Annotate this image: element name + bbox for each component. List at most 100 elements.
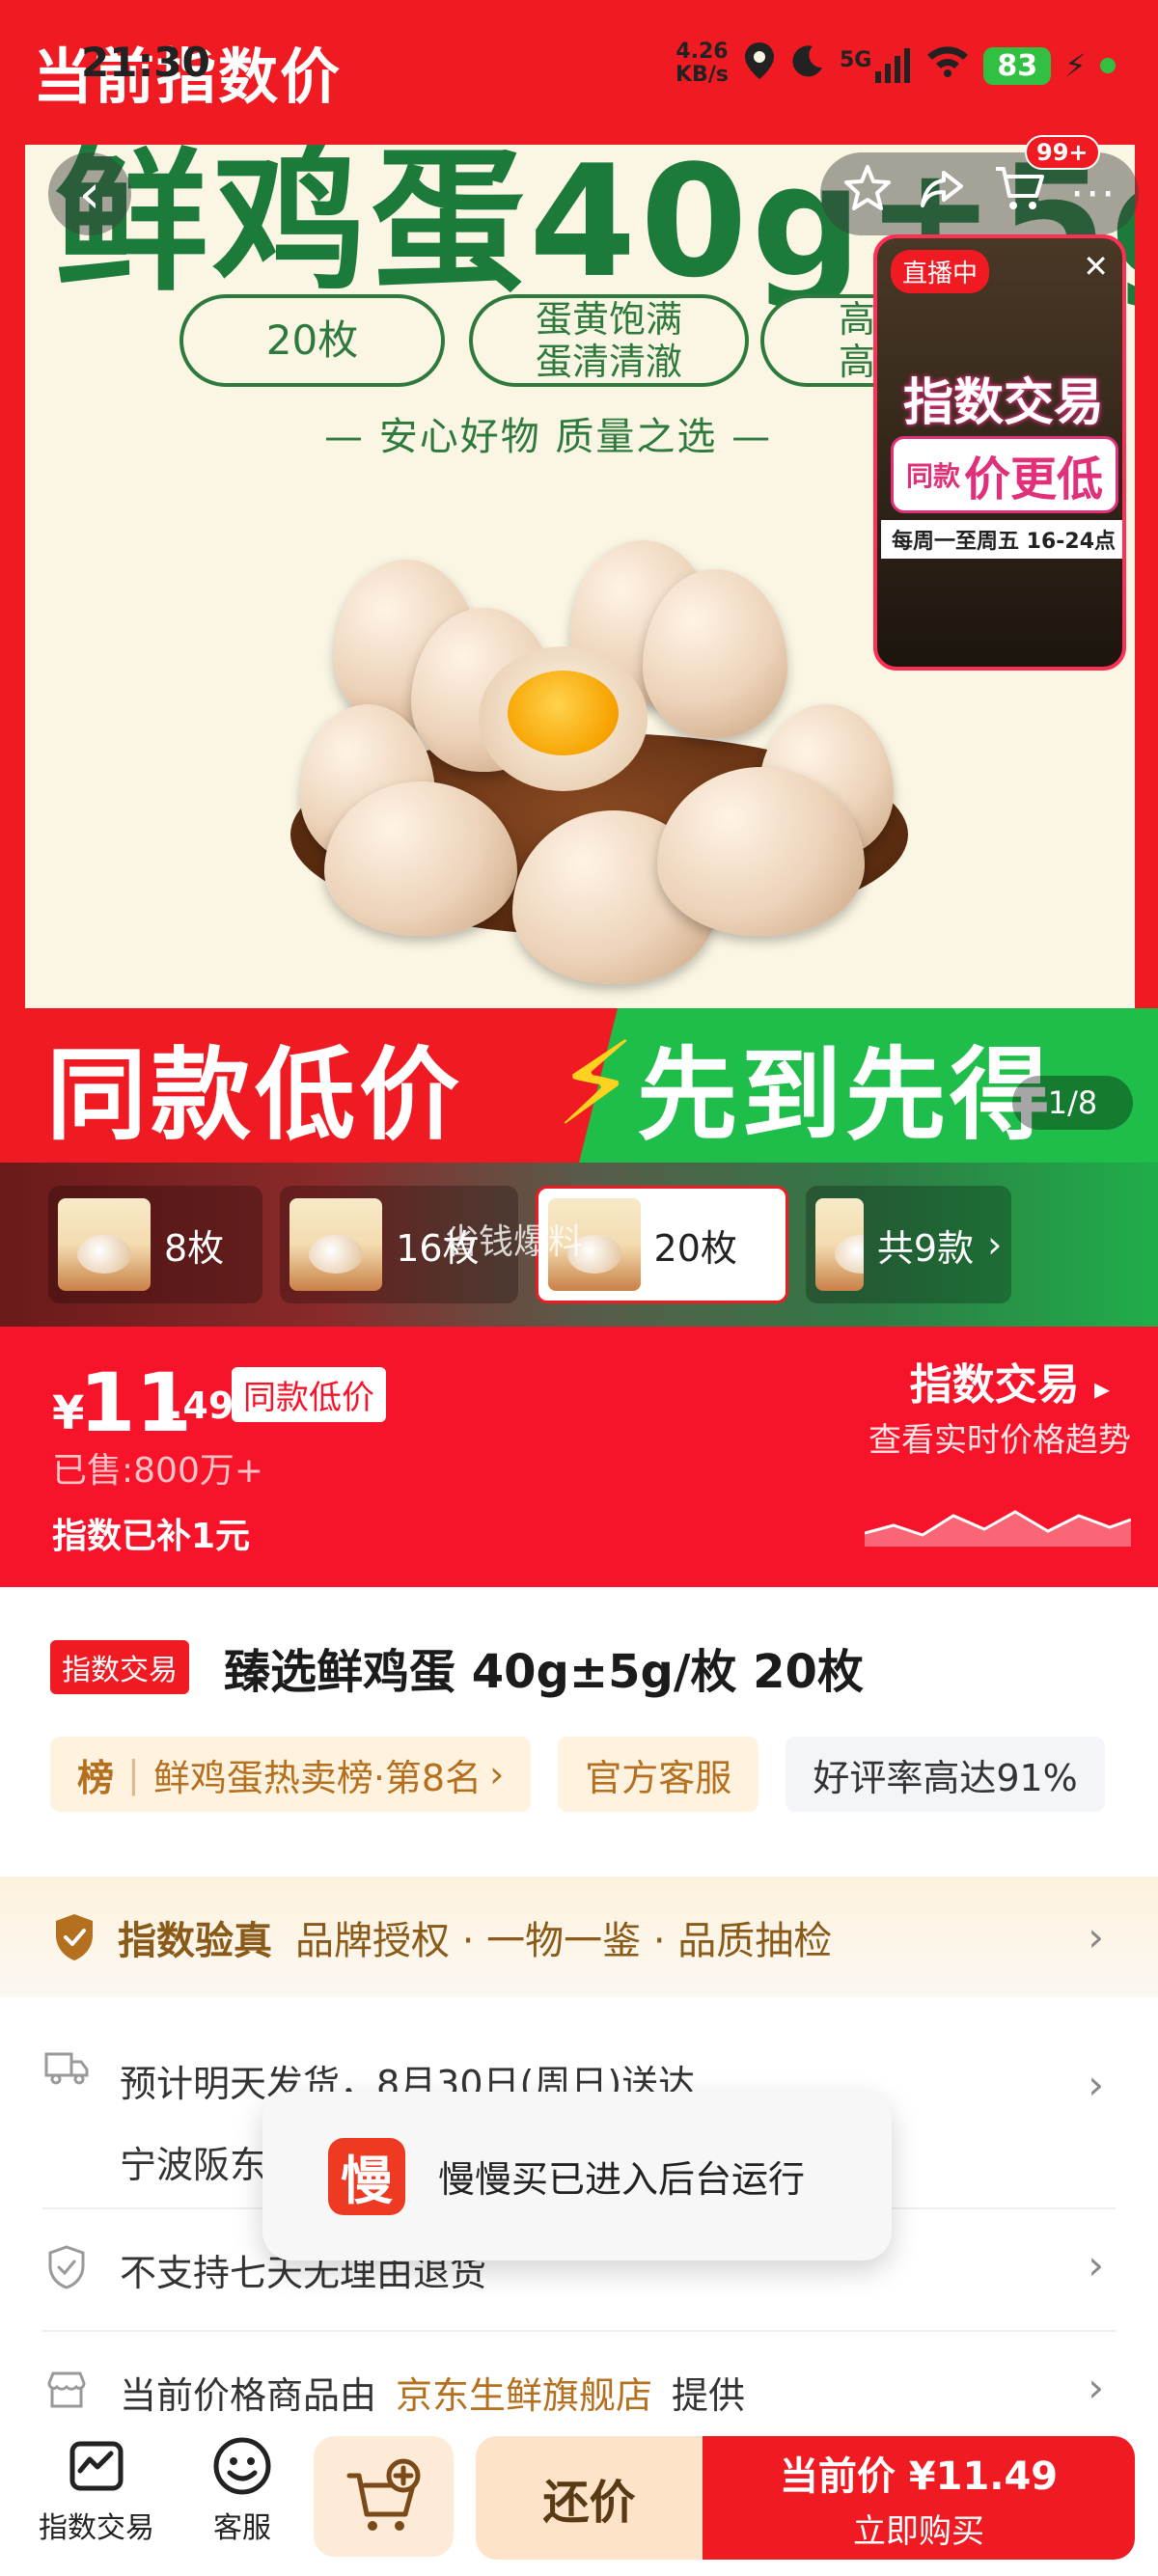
more-icon[interactable]: ··· — [1070, 170, 1117, 219]
ranking-separator: | — [127, 1753, 140, 1795]
chevron-left-icon: ‹ — [78, 162, 101, 226]
money-saving-overlay: 省钱爆料 — [444, 1222, 584, 1262]
hero-pill-quality: 蛋黄饱满 蛋清清澈 — [469, 294, 749, 387]
live-badge: 直播中 — [891, 250, 990, 293]
egg-yolk — [508, 671, 619, 755]
sku-thumbnail-image — [290, 1198, 383, 1291]
privacy-indicator-dot — [1099, 58, 1116, 73]
status-time: 21:30 — [81, 39, 210, 86]
product-chips: 榜 | 鲜鸡蛋热卖榜·第8名 › 官方客服 好评率高达91% — [50, 1737, 1105, 1812]
caret-right-icon: ▸ — [1093, 1370, 1110, 1407]
add-to-cart-button[interactable] — [314, 2436, 454, 2557]
sku-thumbnail-image — [58, 1198, 151, 1291]
official-service-chip[interactable]: 官方客服 — [558, 1737, 759, 1812]
index-store-icon — [69, 2441, 124, 2491]
product-title: 臻选鲜鸡蛋 40g±5g/枚 20枚 — [224, 1645, 864, 1699]
buy-now-price: 当前价 ¥11.49 — [779, 2453, 1059, 2499]
hero-pill-partial-line2: 高 — [838, 341, 875, 383]
lightning-icon: ⚡ — [555, 1018, 637, 1152]
index-trade-label: 指数交易 — [909, 1360, 1080, 1410]
live-title: 指数交易 — [902, 374, 1104, 432]
ranking-icon: 榜 — [77, 1756, 115, 1799]
tab-index-trade-label: 指数交易 — [39, 2511, 154, 2545]
favorite-star-icon[interactable] — [842, 163, 893, 225]
network-speed: 4.26 KB/s — [676, 41, 729, 87]
price-tag: 同款低价 — [232, 1367, 386, 1422]
verification-bar[interactable]: 指数验真 品牌授权 · 一物一鉴 · 品质抽检 › — [0, 1877, 1158, 1997]
buy-now-button[interactable]: 当前价 ¥11.49 立即购买 — [703, 2436, 1135, 2560]
chevron-right-icon: › — [1088, 2364, 1104, 2411]
cart-plus-icon — [346, 2458, 420, 2531]
ranking-chip[interactable]: 榜 | 鲜鸡蛋热卖榜·第8名 › — [50, 1737, 532, 1812]
price-trend-link[interactable]: 查看实时价格趋势 — [868, 1413, 1131, 1461]
subsidy-text: 指数已补1元 — [52, 1517, 251, 1556]
live-subtitle: 同款 价更低 — [891, 436, 1118, 513]
chevron-right-icon: › — [987, 1223, 1003, 1266]
chevron-right-icon: › — [1088, 1913, 1104, 1960]
shop-name-link[interactable]: 京东生鲜旗舰店 — [396, 2366, 652, 2419]
sku-thumbnail-image — [814, 1198, 864, 1291]
index-trade-link[interactable]: 指数交易 ▸ — [910, 1350, 1110, 1411]
hero-banner-low-price: 同款低价 — [0, 1008, 598, 1163]
sku-more-label: 共9款 — [876, 1226, 975, 1270]
sku-thumbnail-label: 20枚 — [653, 1226, 737, 1270]
charging-icon: ⚡ — [1064, 47, 1087, 84]
close-icon[interactable]: ✕ — [1083, 248, 1109, 285]
image-page-indicator: 1/8 — [1012, 1076, 1133, 1130]
truck-icon — [42, 2043, 91, 2092]
shield-check-icon — [56, 1913, 93, 1960]
tab-customer-service[interactable]: 客服 — [210, 2434, 274, 2546]
back-button[interactable]: ‹ — [48, 152, 131, 235]
hero-pill-quality-line1: 蛋黄饱满 — [535, 298, 682, 341]
buy-now-label: 立即购买 — [853, 2511, 984, 2551]
service-face-icon — [213, 2437, 271, 2495]
sku-thumbnail-label: 8枚 — [164, 1226, 225, 1270]
product-info: 指数交易 臻选鲜鸡蛋 40g±5g/枚 20枚 榜 | 鲜鸡蛋热卖榜·第8名 ›… — [0, 1587, 1158, 1867]
status-icons: 5G 83 ⚡ — [743, 41, 1116, 91]
live-subtitle-small: 同款 — [905, 460, 960, 492]
seller-suffix: 提供 — [672, 2374, 746, 2417]
live-stream-popup[interactable]: 直播中 ✕ 指数交易 同款 价更低 每周一至周五 16-24点 — [873, 234, 1126, 671]
price-decimal: .49 — [169, 1384, 234, 1427]
network-type: 5G — [840, 48, 872, 72]
cart-icon[interactable] — [992, 163, 1046, 225]
status-bar: 21:30 4.26 KB/s 5G 83 ⚡ — [0, 29, 1158, 106]
verification-items: 品牌授权 · 一物一鉴 · 品质抽检 — [295, 1918, 833, 1963]
live-subtitle-big: 价更低 — [964, 452, 1104, 507]
rating-chip[interactable]: 好评率高达91% — [786, 1737, 1105, 1812]
share-icon[interactable] — [917, 163, 967, 225]
ranking-text: 鲜鸡蛋热卖榜·第8名 — [152, 1756, 482, 1799]
hero-pill-partial-line1: 高 — [838, 298, 875, 341]
divider — [42, 2330, 1116, 2332]
chevron-right-icon: › — [1088, 2061, 1104, 2108]
signal-icon: 5G — [840, 48, 912, 83]
tab-index-trade[interactable]: 指数交易 — [39, 2434, 154, 2546]
price-bar: ¥ 11 .49 同款低价 已售:800万+ 指数已补1元 指数交易 ▸ 查看实… — [0, 1327, 1158, 1587]
verification-title: 指数验真 — [118, 1918, 272, 1963]
store-icon — [42, 2366, 91, 2414]
live-schedule: 每周一至周五 16-24点 — [881, 520, 1122, 559]
price-trend-sparkline — [865, 1510, 1131, 1547]
bottom-action-bar: 指数交易 客服 还价 当前价 ¥11.49 立即购买 — [0, 2417, 1158, 2576]
sold-count: 已售:800万+ — [52, 1451, 264, 1491]
network-speed-value: 4.26 — [676, 40, 729, 64]
shield-outline-icon — [42, 2243, 91, 2291]
app-logo-icon: 慢 — [328, 2137, 405, 2215]
product-tag: 指数交易 — [50, 1640, 189, 1694]
network-speed-unit: KB/s — [676, 63, 729, 87]
chevron-right-icon: › — [489, 1753, 505, 1795]
tab-customer-service-label: 客服 — [213, 2511, 271, 2545]
bargain-button[interactable]: 还价 — [476, 2436, 703, 2560]
hero-pill-quality-line2: 蛋清清澈 — [535, 341, 682, 383]
sku-thumbnail[interactable]: 8枚 — [48, 1186, 263, 1303]
location-icon — [743, 41, 776, 91]
cart-count-badge: 99+ — [1025, 135, 1100, 170]
battery-level: 83 — [983, 46, 1052, 85]
do-not-disturb-icon — [789, 42, 826, 89]
wifi-icon — [925, 43, 970, 88]
hero-pill-count: 20枚 — [179, 294, 445, 387]
seller-row[interactable]: 当前价格商品由 京东生鲜旗舰店 提供 › — [42, 2364, 1116, 2419]
hero-slogan: — 安心好物 质量之选 — — [324, 415, 773, 459]
toast-message: 慢慢买已进入后台运行 — [438, 2158, 806, 2201]
sku-more-button[interactable]: 共9款 › — [805, 1186, 1012, 1303]
